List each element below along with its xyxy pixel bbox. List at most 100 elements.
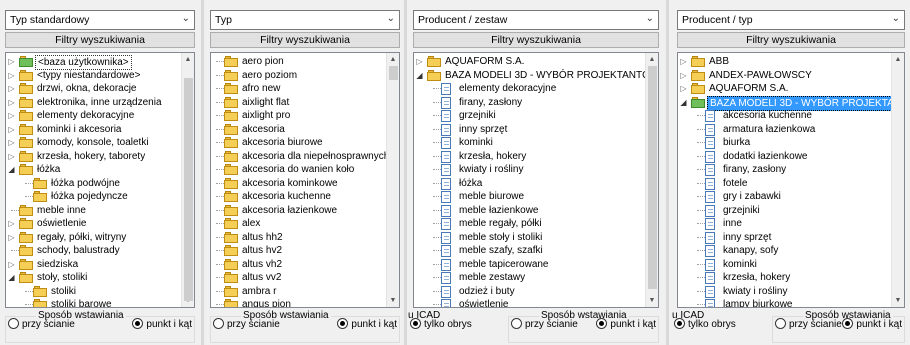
tree-item[interactable]: ◢ łóżka xyxy=(6,163,181,177)
tree-item[interactable]: afro new xyxy=(211,82,386,96)
tree-item[interactable]: aero poziom xyxy=(211,69,386,83)
against-wall-radio[interactable]: przy ścianie xyxy=(511,318,578,330)
tree-item[interactable]: ▷ kominki i akcesoria xyxy=(6,123,181,137)
tree-item[interactable]: stoliki xyxy=(6,285,181,299)
category-select[interactable]: Typ ⌄ xyxy=(210,10,400,30)
tree-item[interactable]: gry i zabawki xyxy=(678,190,891,204)
tree-item[interactable]: akcesoria łazienkowe xyxy=(211,204,386,218)
tree-item[interactable]: ▷ AQUAFORM S.A. xyxy=(414,55,645,69)
tree-item[interactable]: stoliki barowe xyxy=(6,298,181,307)
collapsed-arrow-icon[interactable]: ▷ xyxy=(7,231,16,244)
tree-item[interactable]: akcesoria dla niepełnosprawnych xyxy=(211,150,386,164)
tree-item[interactable]: ▷ komody, konsole, toaletki xyxy=(6,136,181,150)
expanded-arrow-icon[interactable]: ◢ xyxy=(7,163,16,176)
collapsed-arrow-icon[interactable]: ▷ xyxy=(679,69,688,82)
category-select[interactable]: Producent / zestaw ⌄ xyxy=(413,10,659,30)
tree-item[interactable]: inne xyxy=(678,217,891,231)
chevron-down-icon[interactable]: ⌄ xyxy=(387,13,395,24)
tree-item[interactable]: ▷ <baza użytkownika> xyxy=(6,55,181,70)
collapsed-arrow-icon[interactable]: ▷ xyxy=(7,136,16,149)
tree-item[interactable]: ▷ elementy dekoracyjne xyxy=(6,109,181,123)
tree-item[interactable]: akcesoria kuchenne xyxy=(211,190,386,204)
tree-item[interactable]: biurka xyxy=(678,136,891,150)
expanded-arrow-icon[interactable]: ◢ xyxy=(415,69,424,82)
tree-item[interactable]: schody, balustrady xyxy=(6,244,181,258)
collapsed-arrow-icon[interactable]: ▷ xyxy=(415,55,424,68)
tree-item[interactable]: angus pion xyxy=(211,298,386,307)
chevron-down-icon[interactable]: ⌄ xyxy=(182,13,190,24)
tree-item[interactable]: ▷ krzesła, hokery, taborety xyxy=(6,150,181,164)
collapsed-arrow-icon[interactable]: ▷ xyxy=(7,258,16,271)
tree-item[interactable]: altus hv2 xyxy=(211,244,386,258)
collapsed-arrow-icon[interactable]: ▷ xyxy=(7,109,16,122)
scroll-down-icon[interactable]: ▼ xyxy=(646,294,658,307)
scrollbar-thumb[interactable] xyxy=(648,66,657,290)
tree-item[interactable]: kwiaty i rośliny xyxy=(414,163,645,177)
tree-item[interactable]: altus vh2 xyxy=(211,258,386,272)
collapsed-arrow-icon[interactable]: ▷ xyxy=(7,82,16,95)
tree-item[interactable]: ▷ drzwi, okna, dekoracje xyxy=(6,82,181,96)
tree-item[interactable]: akcesoria kuchenne xyxy=(678,109,891,123)
tree-item[interactable]: kwiaty i rośliny xyxy=(678,285,891,299)
tree-view[interactable]: aero pion aero poziom afro new aixlight fla… xyxy=(210,52,400,308)
collapsed-arrow-icon[interactable]: ▷ xyxy=(679,55,688,68)
tree-item[interactable]: lampy biurkowe xyxy=(678,298,891,307)
tree-item[interactable]: meble inne xyxy=(6,204,181,218)
tree-item[interactable]: meble regały, półki xyxy=(414,217,645,231)
outline-only-radio[interactable]: tylko obrys xyxy=(674,318,736,330)
search-filters-button[interactable]: Filtry wyszukiwania xyxy=(210,32,400,48)
against-wall-radio[interactable]: przy ścianie xyxy=(213,318,280,330)
chevron-down-icon[interactable]: ⌄ xyxy=(646,13,654,24)
scrollbar-thumb[interactable] xyxy=(184,78,193,302)
tree-item[interactable]: altus vv2 xyxy=(211,271,386,285)
tree-item[interactable]: ◢ stoły, stoliki xyxy=(6,271,181,285)
search-filters-button[interactable]: Filtry wyszukiwania xyxy=(677,32,905,48)
tree-item[interactable]: firany, zasłony xyxy=(414,96,645,110)
scrollbar-thumb[interactable] xyxy=(389,66,398,81)
tree-item[interactable]: aixlight pro xyxy=(211,109,386,123)
tree-item[interactable]: kanapy, sofy xyxy=(678,244,891,258)
collapsed-arrow-icon[interactable]: ▷ xyxy=(7,123,16,136)
point-and-angle-radio[interactable]: punkt i kąt xyxy=(132,318,192,330)
category-select[interactable]: Producent / typ ⌄ xyxy=(677,10,905,30)
scroll-up-icon[interactable]: ▲ xyxy=(892,53,904,66)
tree-view[interactable]: ▷ <baza użytkownika> ▷ <typy niestandardowe… xyxy=(5,52,195,308)
vertical-scrollbar[interactable]: ▲▼ xyxy=(645,53,658,307)
tree-item[interactable]: ◢BAZA MODELI 3D - WYBÓR PROJEKTANTÓW TOM… xyxy=(678,95,891,111)
scroll-down-icon[interactable]: ▼ xyxy=(892,294,904,307)
tree-item[interactable]: meble biurowe xyxy=(414,190,645,204)
tree-item[interactable]: odzież i buty xyxy=(414,285,645,299)
tree-item[interactable]: akcesoria biurowe xyxy=(211,136,386,150)
search-filters-button[interactable]: Filtry wyszukiwania xyxy=(413,32,659,48)
tree-item[interactable]: elementy dekoracyjne xyxy=(414,82,645,96)
tree-item[interactable]: meble szafy, szafki xyxy=(414,244,645,258)
point-and-angle-radio[interactable]: punkt i kąt xyxy=(337,318,397,330)
against-wall-radio[interactable]: przy ścianie xyxy=(775,318,842,330)
tree-item[interactable]: ▷ ABB xyxy=(678,55,891,69)
splitter[interactable] xyxy=(404,0,407,345)
against-wall-radio[interactable]: przy ścianie xyxy=(8,318,75,330)
collapsed-arrow-icon[interactable]: ▷ xyxy=(7,96,16,109)
point-and-angle-radio[interactable]: punkt i kąt xyxy=(596,318,656,330)
chevron-down-icon[interactable]: ⌄ xyxy=(892,13,900,24)
tree-item[interactable]: akcesoria kominkowe xyxy=(211,177,386,191)
scroll-down-icon[interactable]: ▼ xyxy=(387,294,399,307)
tree-item[interactable]: meble stoły i stoliki xyxy=(414,231,645,245)
tree-item[interactable]: ▷ regały, półki, witryny xyxy=(6,231,181,245)
tree-item[interactable]: altus hh2 xyxy=(211,231,386,245)
collapsed-arrow-icon[interactable]: ▷ xyxy=(7,217,16,230)
tree-item[interactable]: armatura łazienkowa xyxy=(678,123,891,137)
collapsed-arrow-icon[interactable]: ▷ xyxy=(679,82,688,95)
tree-item[interactable]: aixlight flat xyxy=(211,96,386,110)
vertical-scrollbar[interactable]: ▲▼ xyxy=(891,53,904,307)
tree-item[interactable]: ambra r xyxy=(211,285,386,299)
collapsed-arrow-icon[interactable]: ▷ xyxy=(7,150,16,163)
tree-item[interactable]: dodatki łazienkowe xyxy=(678,150,891,164)
splitter[interactable] xyxy=(666,0,669,345)
tree-item[interactable]: ▷ AQUAFORM S.A. xyxy=(678,82,891,96)
category-select[interactable]: Typ standardowy ⌄ xyxy=(5,10,195,30)
tree-item[interactable]: grzejniki xyxy=(678,204,891,218)
tree-item[interactable]: ▷ ANDEX-PAWŁOWSCY xyxy=(678,69,891,83)
tree-item[interactable]: meble tapicerowane xyxy=(414,258,645,272)
scroll-up-icon[interactable]: ▲ xyxy=(182,53,194,66)
